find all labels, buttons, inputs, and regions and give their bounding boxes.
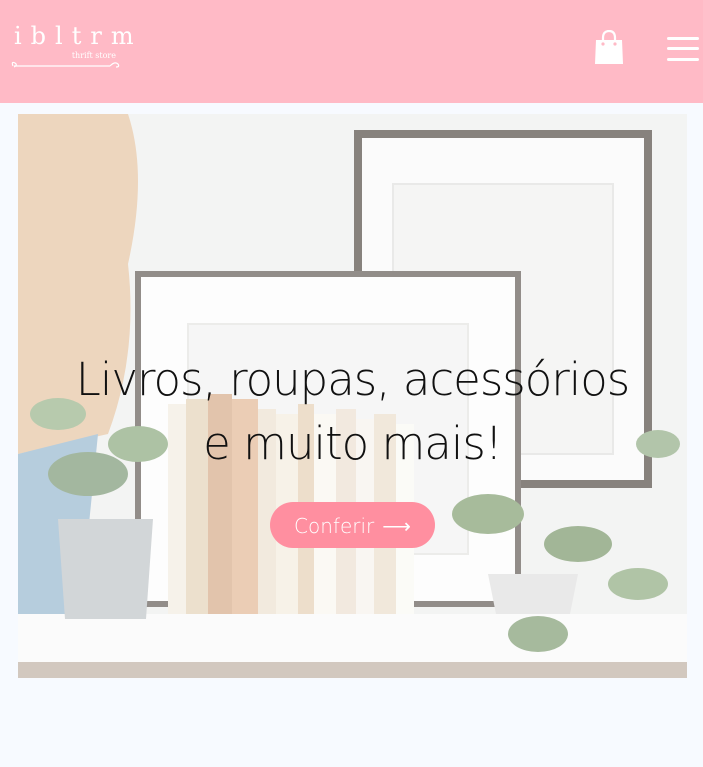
hero-title-line-1: Livros, roupas, acessórios: [75, 353, 630, 406]
logo-swash-decoration: [11, 61, 120, 68]
logo-text: ibltrm: [14, 22, 143, 50]
hamburger-menu-icon[interactable]: [667, 35, 699, 63]
shopping-bag-icon[interactable]: [594, 29, 624, 65]
hero-banner: Livros, roupas, acessórios e muito mais!…: [18, 114, 687, 678]
hero-title-line-2: e muito mais!: [203, 417, 503, 470]
logo[interactable]: ibltrm thrift store: [10, 22, 134, 72]
conferir-button-label: Conferir: [294, 514, 375, 538]
arrow-right-icon: ⟶: [382, 514, 411, 538]
conferir-button[interactable]: Conferir ⟶: [270, 502, 435, 548]
site-header: ibltrm thrift store: [0, 0, 703, 103]
hero-title: Livros, roupas, acessórios e muito mais!: [18, 348, 687, 476]
